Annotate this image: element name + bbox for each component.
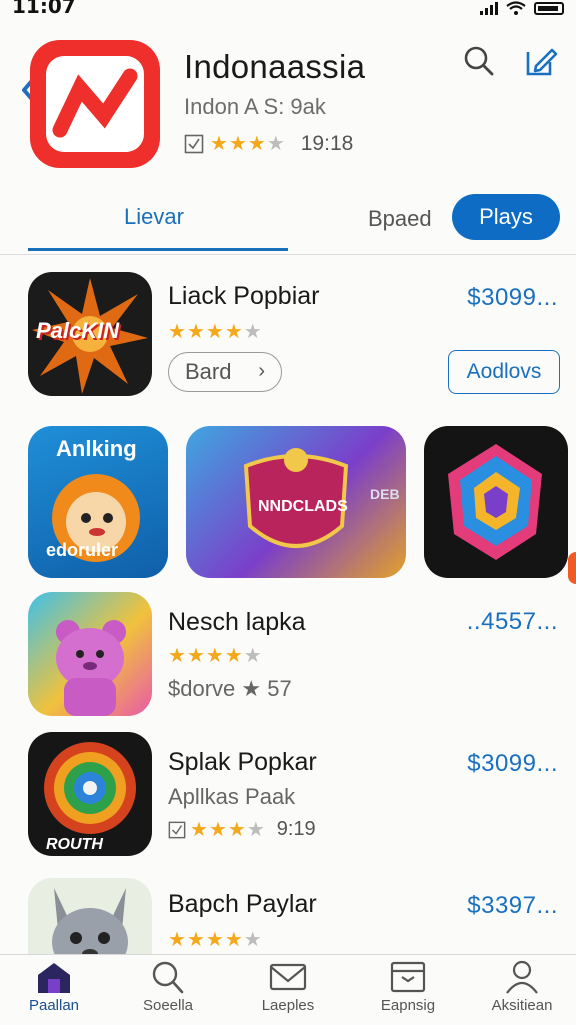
tab-bpaed[interactable]: Bpaed [368,206,432,232]
nav-laeples[interactable]: Laeples [240,959,336,1023]
signal-icon [480,1,498,15]
feature-card-1[interactable]: Anlking edoruler [28,426,168,578]
battery-icon [534,1,564,15]
feature-card-2-side: DEB [370,486,400,502]
row-stars: ★ ★ ★ ★ ★ [168,645,262,667]
nav-label: Paallan [28,997,80,1014]
home-icon [38,963,70,993]
app-thumbnail [28,878,152,954]
row-stars: ★ ★ ★ ★ ★ [168,321,262,343]
nav-soeella[interactable]: Soeella [120,959,216,1023]
bard-button-label: Bard [185,359,232,384]
app-thumbnail: PalcKIN [28,272,152,396]
status-time: 11:07 [12,0,76,18]
mail-icon [269,963,307,991]
person-icon [506,960,538,994]
feature-card-3[interactable] [424,426,568,578]
tab-plays-pill[interactable]: Plays [452,194,560,240]
feature-card-2-title: NNDCLADS [258,498,348,515]
edit-icon[interactable] [524,44,558,78]
row-price: ..4557... [466,608,558,635]
row-price: $3099... [467,750,558,777]
app-thumbnail [28,592,152,716]
list-item[interactable]: ROUTH Splak Popkar $3099... Apllkas Paak… [0,732,576,862]
aodlovs-button[interactable]: Aodlovs [448,350,560,394]
app-header: Indonaassia Indon A S: 9ak ★ ★ ★ ★ 19:18 [0,30,576,180]
nav-label: Eapnsig [380,997,436,1014]
app-thumbnail: ROUTH [28,732,152,856]
row-name: Liack Popbiar [168,282,320,310]
list-item[interactable]: Nesch lapka ..4557... ★ ★ ★ ★ ★ $dorve ★ 57 [0,592,576,716]
tab-lievar[interactable]: Lievar [124,204,184,230]
feature-card-1-label: edoruler [46,540,119,560]
row-rating-value: 9:19 [276,818,316,840]
list-item[interactable]: Bapch Paylar $3397... ★ ★ ★ ★ ★ [0,878,576,954]
nav-aksitiean[interactable]: Aksitiean [474,959,570,1023]
bear-icon [56,620,126,716]
wifi-icon [506,1,526,15]
nav-paallan[interactable]: Paallan [6,959,102,1023]
tab-bar: Lievar Bpaed Plays [0,190,576,255]
row-name: Splak Popkar [168,748,317,776]
row-stars: ★ ★ ★ ★ [190,818,265,841]
row-rating-row: ★ ★ ★ ★ 9:19 [168,818,316,841]
nav-eapnsig[interactable]: Eapnsig [360,959,456,1023]
row-stars: ★ ★ ★ ★ ★ [168,929,262,951]
row-price: $3099... [467,284,558,311]
chevron-right-icon: › [258,360,265,382]
app-title: Indonaassia [184,48,366,85]
nav-label: Aksitiean [491,997,553,1014]
feature-card-2[interactable]: NNDCLADS DEB [186,426,406,578]
list-item[interactable]: PalcKIN Liack Popbiar $3099... ★ ★ ★ ★ ★ Bar… [0,272,576,402]
search-icon [152,961,184,994]
nav-label: Soeella [142,997,194,1014]
bottom-nav: Paallan Soeella Laeples Eapnsig Aksitiea… [0,954,576,1025]
app-rating-value: 19:18 [300,132,354,155]
tray-icon [390,961,426,993]
nav-label: Laeples [261,997,315,1014]
scroll-indicator [568,552,576,584]
row-price: $3397... [467,892,558,919]
row-sub: $dorve ★ 57 [168,676,292,701]
checkbox-icon [184,134,204,154]
row-name: Bapch Paylar [168,890,317,918]
app-rating-row: ★ ★ ★ ★ 19:18 [184,132,353,156]
wolf-icon [52,888,128,954]
app-stars: ★ ★ ★ ★ [210,133,285,155]
thumb-label: ROUTH [46,836,103,853]
bard-button[interactable]: Bard › [168,352,282,392]
app-logo-icon [52,68,138,138]
row-sub: Apllkas Paak [168,784,296,809]
row-name: Nesch lapka [168,608,306,636]
app-subtitle: Indon A S: 9ak [184,94,326,119]
tab-underline [28,248,288,251]
checkbox-icon [168,821,186,838]
thumb-label: PalcKIN [36,318,120,343]
status-icons [480,0,564,16]
status-bar: 11:07 [0,0,576,22]
search-icon[interactable] [462,44,496,78]
app-icon [30,40,160,168]
geometric-logo-icon [448,444,542,560]
